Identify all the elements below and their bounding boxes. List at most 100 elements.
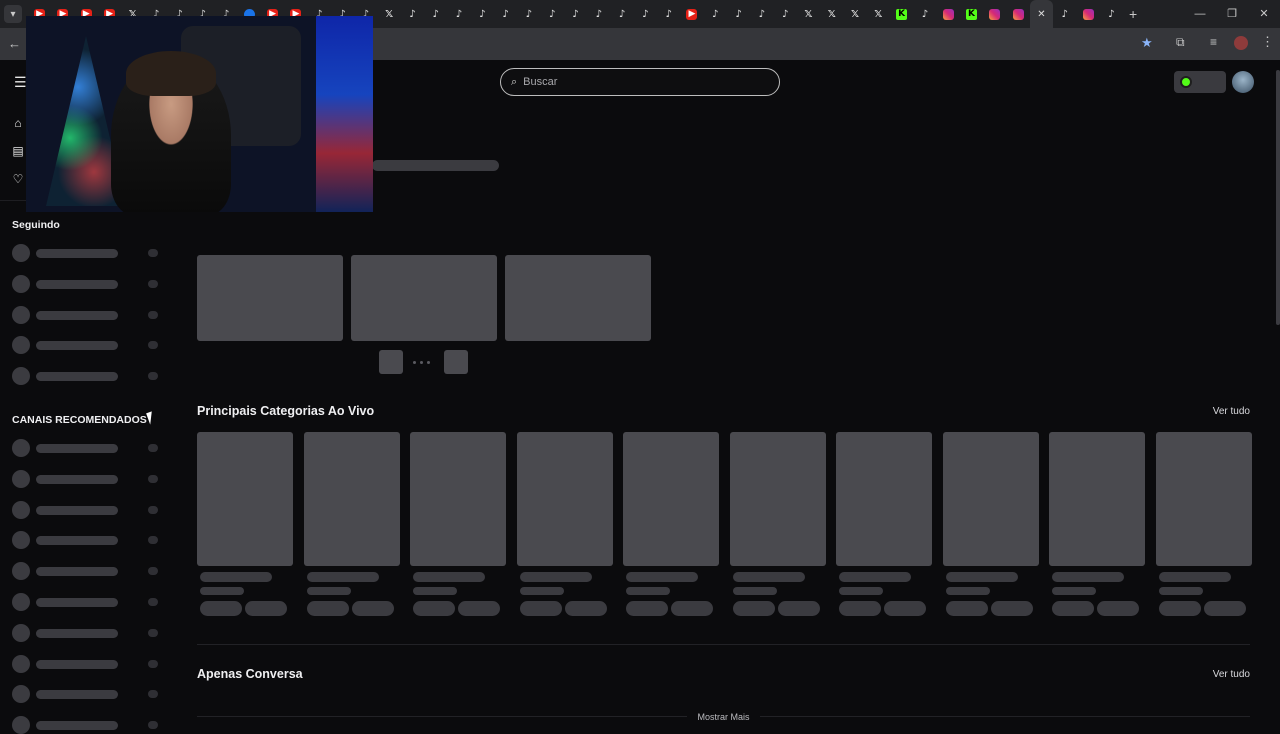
browser-tab[interactable]: K: [890, 0, 913, 28]
browser-tab[interactable]: 𝕏: [820, 0, 843, 28]
category-name-skeleton: [413, 572, 485, 582]
viewer-count-skeleton: [148, 474, 158, 483]
browser-tab[interactable]: ♪: [1053, 0, 1076, 28]
channel-name-skeleton: [36, 372, 118, 382]
recommended-channel-item[interactable]: [12, 469, 162, 488]
media-control-icon[interactable]: ≡: [1210, 35, 1217, 49]
viewer-count-skeleton: [148, 372, 158, 381]
browser-tab[interactable]: ♪: [774, 0, 797, 28]
recommended-channel-item[interactable]: [12, 654, 162, 673]
browser-tab[interactable]: ♪: [471, 0, 494, 28]
browser-tab[interactable]: ♪: [727, 0, 750, 28]
category-card[interactable]: [197, 432, 293, 616]
following-channel-item[interactable]: [12, 367, 162, 386]
browser-tab[interactable]: ♪: [587, 0, 610, 28]
browser-tab[interactable]: 𝕏: [867, 0, 890, 28]
category-card[interactable]: [836, 432, 932, 616]
browser-tab[interactable]: ♪: [634, 0, 657, 28]
category-card[interactable]: [1049, 432, 1145, 616]
category-card[interactable]: [303, 432, 400, 616]
category-viewers-skeleton: [519, 587, 564, 595]
featured-card[interactable]: [505, 255, 651, 341]
back-arrow-icon[interactable]: ←: [8, 36, 21, 51]
just-chatting-header: Apenas Conversa Ver tudo: [197, 667, 1250, 683]
following-heart-icon[interactable]: ♡: [10, 172, 26, 188]
browser-tab[interactable]: [1006, 0, 1029, 28]
browser-tab[interactable]: 𝕏: [843, 0, 866, 28]
carousel-prev-button[interactable]: [379, 350, 403, 374]
browser-tab[interactable]: [937, 0, 960, 28]
following-channel-item[interactable]: [12, 274, 162, 293]
browser-tab[interactable]: ♪: [750, 0, 773, 28]
category-card[interactable]: [942, 432, 1039, 616]
show-more-button[interactable]: Mostrar Mais: [197, 712, 1250, 722]
browser-tab[interactable]: K: [960, 0, 983, 28]
channel-avatar-skeleton: [12, 274, 30, 293]
browser-tab[interactable]: ♪: [704, 0, 727, 28]
recommended-channel-item[interactable]: [12, 716, 162, 734]
browse-icon[interactable]: ▤: [10, 144, 26, 160]
category-card[interactable]: [410, 432, 506, 616]
browser-tab[interactable]: ♪: [447, 0, 470, 28]
page-scrollbar[interactable]: [1276, 70, 1280, 325]
category-tags-skeleton: [413, 601, 506, 616]
recommended-channel-item[interactable]: [12, 623, 162, 642]
following-channel-item[interactable]: [12, 244, 162, 262]
extensions-puzzle-icon[interactable]: ⧉: [1176, 35, 1185, 50]
category-viewers-skeleton: [413, 587, 457, 595]
search-box[interactable]: ⌕: [500, 68, 780, 96]
browser-tab[interactable]: ♪: [1100, 0, 1123, 28]
browser-tab[interactable]: ♪: [564, 0, 587, 28]
browser-profile-avatar[interactable]: [1234, 36, 1248, 50]
featured-card[interactable]: [197, 255, 343, 341]
new-tab-button[interactable]: +: [1129, 6, 1137, 22]
recommended-channel-item[interactable]: [12, 500, 162, 519]
hamburger-menu-icon[interactable]: ☰: [14, 74, 27, 91]
browser-tab[interactable]: ♪: [541, 0, 564, 28]
category-card[interactable]: [623, 432, 719, 616]
browser-tab[interactable]: ♪: [913, 0, 936, 28]
category-card[interactable]: [1155, 432, 1252, 616]
browser-tab[interactable]: 𝕏: [797, 0, 820, 28]
recommended-channel-item[interactable]: [12, 593, 162, 611]
channel-avatar-skeleton: [12, 531, 30, 550]
recommended-channel-item[interactable]: [12, 685, 162, 704]
recommended-channel-item[interactable]: [12, 562, 162, 581]
browser-tab[interactable]: ✕: [1029, 0, 1054, 28]
browser-tab[interactable]: ♪: [517, 0, 540, 28]
close-window-icon[interactable]: ✕: [1248, 0, 1280, 28]
following-channel-item[interactable]: [12, 305, 162, 324]
browser-tab[interactable]: ♪: [401, 0, 424, 28]
viewer-count-skeleton: [148, 690, 158, 699]
restore-icon[interactable]: ❐: [1216, 0, 1248, 28]
just-chatting-see-all-link[interactable]: Ver tudo: [1213, 669, 1250, 680]
recommended-channel-item[interactable]: [12, 531, 162, 550]
carousel-next-button[interactable]: [444, 350, 468, 374]
browser-tab[interactable]: [983, 0, 1006, 28]
viewer-count-skeleton: [148, 505, 158, 514]
bookmark-star-icon[interactable]: ★: [1141, 35, 1153, 51]
credits-button[interactable]: [1174, 71, 1226, 93]
browser-menu-icon[interactable]: ⋮: [1261, 34, 1274, 50]
home-icon[interactable]: ⌂: [10, 116, 26, 132]
browser-tab[interactable]: ♪: [657, 0, 680, 28]
search-input[interactable]: [523, 76, 754, 88]
category-card[interactable]: [516, 432, 613, 616]
featured-card[interactable]: [351, 255, 497, 341]
browser-tab[interactable]: ♪: [494, 0, 517, 28]
sidebar: Seguindo CANAIS RECOMENDADOS: [0, 200, 170, 734]
browser-tab[interactable]: [1076, 0, 1099, 28]
just-chatting-title: Apenas Conversa: [197, 667, 303, 681]
minimize-icon[interactable]: —: [1184, 0, 1216, 28]
instagram-favicon-icon: [942, 8, 954, 20]
top-categories-see-all-link[interactable]: Ver tudo: [1213, 406, 1250, 417]
category-card[interactable]: [729, 432, 826, 616]
recommended-channel-item[interactable]: [12, 439, 162, 457]
following-channel-item[interactable]: [12, 336, 162, 355]
browser-tab[interactable]: ▶: [680, 0, 703, 28]
browser-tab[interactable]: ♪: [424, 0, 447, 28]
browser-tab[interactable]: ♪: [610, 0, 633, 28]
user-avatar[interactable]: [1232, 71, 1254, 93]
browser-tab[interactable]: 𝕏: [377, 0, 400, 28]
tab-search-chevron-icon[interactable]: ▾: [4, 5, 22, 23]
